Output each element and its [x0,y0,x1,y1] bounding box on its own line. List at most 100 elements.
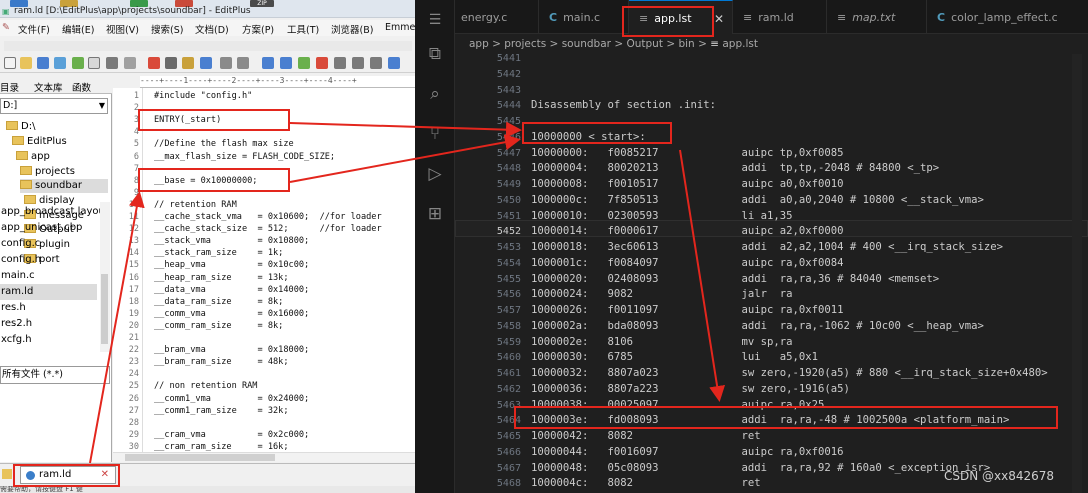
menu-emmet[interactable]: Emme [385,22,415,33]
file-filter-select[interactable]: 所有文件 (*.*) [0,366,110,384]
line-number: 5462 [496,383,521,395]
breadcrumb-item[interactable]: app [469,38,489,50]
taskbar-zip-icon[interactable]: ZIP [250,0,274,7]
undo-icon[interactable] [220,57,232,69]
editplus-app-icon: ▣ [2,7,10,16]
chevron-right-icon: > [549,38,559,50]
redo-icon[interactable] [237,57,249,69]
tab-cliptext[interactable]: 文本库 [34,80,63,94]
file-item[interactable]: config.h [0,252,97,268]
font-icon[interactable] [316,57,328,69]
paste-icon[interactable] [182,57,194,69]
new-file-icon[interactable] [4,57,16,69]
file-item-selected[interactable]: ram.ld [0,284,97,300]
breadcrumb-item[interactable]: projects [504,38,546,50]
line-number: 5454 [496,257,521,269]
browser-icon[interactable] [124,57,136,69]
tab-functions[interactable]: 函数 [72,80,91,94]
breadcrumb-item[interactable]: app.lst [722,38,758,50]
tree-item-projects[interactable]: projects [20,165,75,179]
goto-icon[interactable] [298,57,310,69]
editor-scrollbar[interactable] [1072,54,1082,493]
menu-file[interactable]: 文件(F) [18,22,50,36]
line-number: 5455 [496,273,521,285]
code-line: __data_ram_size = 8k; [154,296,284,307]
clipboard-icon[interactable] [200,57,212,69]
line-number: 1 [133,91,139,101]
ruler-icon[interactable] [352,57,364,69]
line-number: 19 [128,308,139,319]
extensions-icon[interactable]: ⊞ [425,204,445,224]
word-wrap-icon[interactable] [334,57,346,69]
spellcheck-icon[interactable] [106,57,118,69]
close-icon[interactable]: ✕ [714,1,724,37]
tree-item-d[interactable]: D:\ [6,120,35,134]
print-icon[interactable] [72,57,84,69]
tab-map-txt[interactable]: ≡ map.txt [827,0,927,34]
menu-tools[interactable]: 工具(T) [287,22,319,36]
scroll-thumb[interactable] [101,274,108,344]
menu-view[interactable]: 视图(V) [106,22,139,36]
asm-line: 10000044: f0016097 auipc ra,0xf0016 [531,445,844,458]
menu-icon[interactable]: ☰ [425,10,445,30]
editor-hscrollbar[interactable] [113,452,415,462]
menu-browser[interactable]: 浏览器(B) [331,22,373,36]
tab-directory[interactable]: 目录 [0,80,19,94]
source-control-icon[interactable]: ⑂ [425,124,445,144]
code-line: __comm_vma = 0x16000; [154,308,310,319]
file-list-scrollbar[interactable] [100,202,110,352]
file-item[interactable]: main.c [0,268,97,284]
tab-label: map.txt [852,11,896,24]
file-item[interactable]: app_broadcast.layout [0,204,109,220]
tree-item-app[interactable]: app [16,150,50,164]
line-number: 29 [128,429,139,440]
scroll-thumb[interactable] [125,454,275,461]
menu-project[interactable]: 方案(P) [242,22,274,36]
tree-item-soundbar[interactable]: soundbar [20,179,108,193]
print-preview-icon[interactable] [88,57,100,69]
code-line: __heap_ram_size = 13k; [154,272,289,283]
breadcrumb-item[interactable]: Output [626,38,662,50]
code-area[interactable]: #include "config.h" ENTRY(_start)//Define… [154,88,415,462]
line-number-icon[interactable] [370,57,382,69]
save-icon[interactable] [37,57,49,69]
breadcrumb-item[interactable]: bin [678,38,694,50]
search-icon[interactable]: ⌕ [425,84,445,104]
save-all-icon[interactable] [54,57,66,69]
file-item[interactable]: config.c [0,236,97,252]
tab-color-lamp-effect-c[interactable]: Ccolor_lamp_effect.c [927,0,1088,34]
c-file-icon: C [549,11,558,24]
cut-icon[interactable] [148,57,160,69]
tree-item-editplus[interactable]: EditPlus [12,135,67,149]
tab-ram-ld[interactable]: ≡ ram.ld [733,0,827,34]
menu-document[interactable]: 文档(D) [195,22,229,36]
code-line: __comm1_ram_size = 32k; [154,405,289,416]
tab-energy-c[interactable]: energy.c [451,0,539,34]
breadcrumb-item[interactable]: soundbar [562,38,611,50]
run-icon[interactable] [388,57,400,69]
folder-icon [6,121,18,130]
annotation-box-start [522,122,672,144]
file-item[interactable]: res.h [0,300,97,316]
tab-main-c[interactable]: Cmain.c [539,0,629,34]
line-number: 5445 [496,116,521,127]
find-icon[interactable] [262,57,274,69]
asm-line: 10000030: 6785 lui a5,0x1 [531,351,819,364]
menu-edit[interactable]: 编辑(E) [62,22,94,36]
file-item[interactable]: app_unicast.cbp [0,220,97,236]
drive-value: D:] [3,100,18,111]
run-debug-icon[interactable]: ▷ [425,164,445,184]
file-item[interactable]: xcfg.h [0,332,97,348]
menu-search[interactable]: 搜索(S) [151,22,183,36]
replace-icon[interactable] [280,57,292,69]
file-item[interactable]: res2.h [0,316,97,332]
open-folder-icon[interactable] [20,57,32,69]
code-line: //Define the flash max size [154,139,294,150]
lines-file-icon: ≡ [710,38,723,50]
editplus-editor[interactable]: 1 2 3 4 5 6 7 8 9 10 11 12 13 14 15 16 17 18 19 20 21 22 23 24 2… [113,88,415,462]
explorer-icon[interactable]: ⧉ [425,44,445,64]
copy-icon[interactable] [165,57,177,69]
drive-selector[interactable]: D:] ▼ [0,98,108,114]
left-pane-tabs: 目录 文本库 函数 [0,76,112,94]
line-number: 5465 [496,431,521,442]
